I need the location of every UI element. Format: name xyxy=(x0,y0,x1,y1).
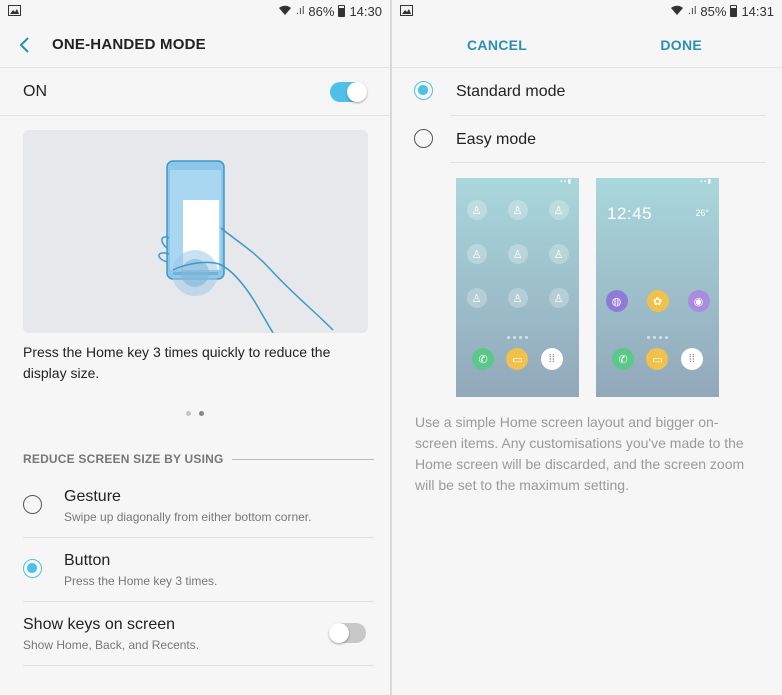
app-bar: ONE-HANDED MODE xyxy=(0,22,390,68)
apps-icon: ⁞⁞ xyxy=(680,348,703,370)
one-handed-illustration xyxy=(23,130,368,333)
battery-percent: 86% xyxy=(308,3,335,19)
page-title: ONE-HANDED MODE xyxy=(52,36,206,53)
option-title: Gesture xyxy=(64,488,121,505)
clock: 14:31 xyxy=(741,3,774,19)
signal-icon: .ıl xyxy=(687,5,697,17)
gallery-icon: ✿ xyxy=(646,290,669,312)
standard-mode-label: Standard mode xyxy=(456,83,566,100)
button-radio[interactable] xyxy=(23,559,42,578)
contact-add-icon: ♙ xyxy=(548,288,569,308)
section-header: REDUCE SCREEN SIZE BY USING xyxy=(23,452,374,466)
image-icon xyxy=(400,4,413,19)
back-arrow-icon[interactable] xyxy=(18,36,36,54)
standard-mode-option[interactable]: Standard mode xyxy=(392,67,782,115)
battery-icon xyxy=(338,5,346,17)
contact-add-icon: ♙ xyxy=(548,200,569,220)
message-icon: ▭ xyxy=(646,348,669,370)
phone-icon: ✆ xyxy=(472,348,495,370)
page-dot xyxy=(186,411,191,416)
standard-mode-radio[interactable] xyxy=(414,81,433,100)
internet-icon: ◍ xyxy=(605,290,628,312)
camera-icon: ◉ xyxy=(687,290,710,312)
easy-mode-preview-contacts: ▪ ▪ ▮ ♙ ♙ ♙ ♙ ♙ ♙ ♙ ♙ ♙ ✆ ▭ ⁞⁞ xyxy=(456,178,579,397)
option-title: Button xyxy=(64,552,111,569)
wifi-icon xyxy=(278,4,292,19)
battery-percent: 85% xyxy=(700,3,727,19)
preview-weather: 26° xyxy=(695,208,709,218)
show-keys-subtitle: Show Home, Back, and Recents. xyxy=(23,638,200,652)
contact-add-icon: ♙ xyxy=(548,244,569,264)
apps-icon: ⁞⁞ xyxy=(540,348,563,370)
status-bar: .ıl 86% 14:30 xyxy=(0,0,390,22)
signal-icon: .ıl xyxy=(295,5,305,17)
image-icon xyxy=(8,4,21,19)
action-bar: CANCEL DONE xyxy=(392,22,782,68)
clock: 14:30 xyxy=(349,3,382,19)
show-keys-switch[interactable] xyxy=(329,623,366,643)
contact-add-icon: ♙ xyxy=(466,200,487,220)
contact-add-icon: ♙ xyxy=(507,288,528,308)
option-gesture[interactable]: Gesture Swipe up diagonally from either … xyxy=(0,473,390,537)
contact-add-icon: ♙ xyxy=(466,288,487,308)
message-icon: ▭ xyxy=(506,348,529,370)
page-dot-active xyxy=(199,411,204,416)
show-keys-row[interactable]: Show keys on screen Show Home, Back, and… xyxy=(0,601,390,665)
master-switch[interactable] xyxy=(330,81,367,102)
master-switch-label: ON xyxy=(23,82,47,100)
easy-mode-radio[interactable] xyxy=(414,129,433,148)
one-handed-mode-screen: .ıl 86% 14:30 ONE-HANDED MODE ON Press t… xyxy=(0,0,390,695)
cancel-button[interactable]: CANCEL xyxy=(467,37,527,53)
status-bar: .ıl 85% 14:31 xyxy=(392,0,782,22)
option-button[interactable]: Button Press the Home key 3 times. xyxy=(0,537,390,601)
contact-add-icon: ♙ xyxy=(507,244,528,264)
easy-mode-option[interactable]: Easy mode xyxy=(392,115,782,163)
easy-mode-screen: .ıl 85% 14:31 CANCEL DONE Standard mode … xyxy=(392,0,782,695)
gesture-radio[interactable] xyxy=(23,495,42,514)
show-keys-title: Show keys on screen xyxy=(23,616,176,633)
option-subtitle: Swipe up diagonally from either bottom c… xyxy=(64,510,312,524)
option-subtitle: Press the Home key 3 times. xyxy=(64,574,218,588)
master-switch-row[interactable]: ON xyxy=(0,68,390,116)
wifi-icon xyxy=(670,4,684,19)
screenshot: .ıl 86% 14:30 ONE-HANDED MODE ON Press t… xyxy=(0,0,782,695)
preview-clock: 12:45 xyxy=(607,204,653,223)
phone-icon: ✆ xyxy=(612,348,635,370)
easy-mode-preview-home: ▪ ▪ ▮ 12:45 26° ◍ ✿ ◉ ✆ ▭ ⁞⁞ xyxy=(596,178,719,397)
contact-add-icon: ♙ xyxy=(507,200,528,220)
page-indicator xyxy=(186,411,204,416)
contact-add-icon: ♙ xyxy=(466,244,487,264)
easy-mode-description: Use a simple Home screen layout and bigg… xyxy=(415,414,745,493)
easy-mode-label: Easy mode xyxy=(456,131,537,148)
illustration-caption: Press the Home key 3 times quickly to re… xyxy=(23,344,331,381)
done-button[interactable]: DONE xyxy=(660,37,702,53)
battery-icon xyxy=(730,5,738,17)
